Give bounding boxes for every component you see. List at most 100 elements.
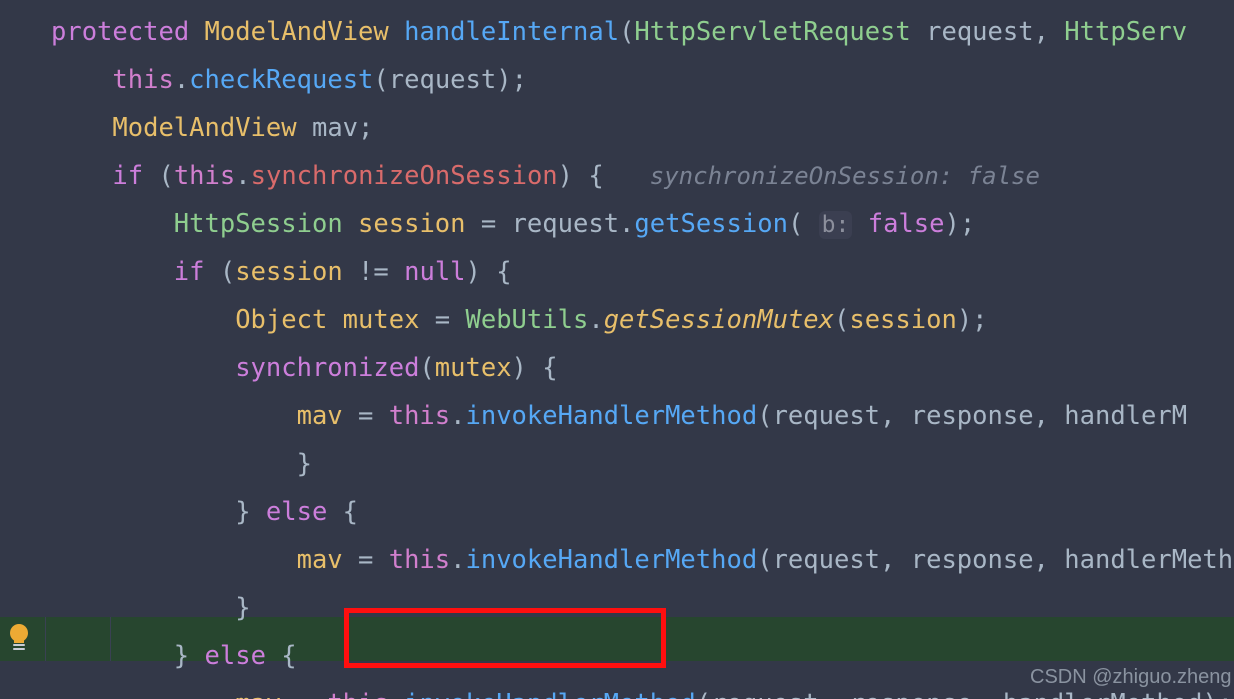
code-lines-container[interactable]: protected ModelAndView handleInternal(Ht…	[0, 0, 1234, 699]
code-line[interactable]: Object mutex = WebUtils.getSessionMutex(…	[0, 296, 1234, 344]
code-line[interactable]: if (session != null) {	[0, 248, 1234, 296]
code-token: invokeHandlerMethod	[404, 689, 696, 699]
code-token: (	[373, 65, 389, 95]
code-token: request, response, handlerM	[772, 401, 1188, 431]
code-token: }	[235, 497, 266, 527]
parameter-name-hint: b:	[818, 211, 853, 239]
code-token: false	[867, 209, 945, 239]
code-token: }	[235, 593, 251, 623]
code-token: (	[419, 353, 435, 383]
code-token: getSessionMutex	[603, 305, 834, 335]
code-token: synchronizeOnSession	[250, 161, 558, 191]
code-token: HttpServ	[1064, 17, 1188, 47]
code-token: null	[404, 257, 466, 287]
code-token: mav	[296, 401, 343, 431]
code-token: getSession	[634, 209, 788, 239]
code-token: .	[588, 305, 604, 335]
code-line[interactable]: if (this.synchronizeOnSession) { synchro…	[0, 152, 1234, 200]
code-token: =	[419, 305, 466, 335]
code-token: .	[450, 545, 466, 575]
code-token: =	[342, 545, 389, 575]
code-token: .	[235, 161, 251, 191]
code-line[interactable]: ModelAndView mav;	[0, 104, 1234, 152]
code-token: invokeHandlerMethod	[465, 401, 758, 431]
code-token: (	[757, 545, 773, 575]
code-token: (	[143, 161, 174, 191]
code-token: request, response, handlerMetho	[772, 545, 1234, 575]
code-line-text: } else {	[235, 488, 358, 536]
code-token: .	[450, 401, 466, 431]
code-line[interactable]: }	[0, 584, 1234, 632]
code-token: (	[619, 17, 635, 47]
code-token: request	[511, 209, 620, 239]
code-line-text: synchronized(mutex) {	[235, 344, 557, 392]
code-token: session	[358, 209, 466, 239]
code-line-text: } else {	[174, 632, 297, 680]
code-token: session	[235, 257, 343, 287]
code-token: .	[389, 689, 404, 699]
code-token: (	[696, 689, 711, 699]
code-token: mav	[296, 545, 343, 575]
code-token: request	[388, 65, 497, 95]
watermark-text: CSDN @zhiguo.zheng	[1030, 666, 1232, 688]
code-token: );	[944, 209, 976, 239]
code-token: =	[281, 689, 327, 699]
code-token: !=	[342, 257, 405, 287]
code-token: if	[112, 161, 144, 191]
code-line-text: this.checkRequest(request);	[112, 56, 527, 104]
code-token: this	[388, 545, 451, 575]
code-line[interactable]: this.checkRequest(request);	[0, 56, 1234, 104]
code-editor[interactable]: protected ModelAndView handleInternal(Ht…	[0, 0, 1234, 699]
code-token: this	[112, 65, 174, 95]
code-line[interactable]: }	[0, 440, 1234, 488]
code-token: ) {	[465, 257, 512, 287]
code-line[interactable]: HttpSession session = request.getSession…	[0, 200, 1234, 248]
code-token: }	[173, 641, 205, 671]
code-token: ModelAndView	[112, 113, 297, 143]
code-line-text: if (this.synchronizeOnSession) { synchro…	[112, 152, 1040, 200]
code-token: session	[849, 305, 957, 335]
code-token: mutex	[342, 305, 420, 335]
code-token: HttpServletRequest	[634, 17, 911, 47]
code-token: (	[204, 257, 236, 287]
code-token: this	[388, 401, 451, 431]
code-line[interactable]: synchronized(mutex) {	[0, 344, 1234, 392]
code-token: handleInternal	[404, 17, 620, 47]
code-line[interactable]: } else {	[0, 488, 1234, 536]
code-token: mutex	[434, 353, 512, 383]
code-token: request,	[910, 17, 1065, 47]
code-token: mav	[235, 689, 281, 699]
code-token: protected	[51, 17, 190, 47]
code-line[interactable]: mav = this.invokeHandlerMethod(request, …	[0, 392, 1234, 440]
code-token: );	[956, 305, 988, 335]
code-token: HttpSession	[173, 209, 343, 239]
code-line-text: if (session != null) {	[174, 248, 512, 296]
code-line-text: Object mutex = WebUtils.getSessionMutex(…	[235, 296, 987, 344]
code-token: request, response, handlerMethod	[711, 689, 1202, 699]
code-line-text: mav = this.invokeHandlerMethod(request, …	[297, 392, 1187, 440]
code-line[interactable]: mav = this.invokeHandlerMethod(request, …	[0, 536, 1234, 584]
code-token: {	[327, 497, 359, 527]
code-token: this	[173, 161, 236, 191]
code-token: =	[342, 401, 389, 431]
code-token: ) {	[511, 353, 558, 383]
code-token: (	[787, 209, 819, 239]
code-token: }	[296, 449, 312, 479]
code-token: =	[465, 209, 512, 239]
code-token: else	[204, 641, 266, 671]
code-token: (	[757, 401, 773, 431]
code-token: if	[173, 257, 205, 287]
code-token: checkRequest	[189, 65, 374, 95]
code-token: Object	[235, 305, 328, 335]
inline-value-hint[interactable]: synchronizeOnSession: false	[650, 162, 1040, 190]
code-token: .	[173, 65, 190, 95]
code-line[interactable]: protected ModelAndView handleInternal(Ht…	[0, 8, 1234, 56]
code-token: ModelAndView	[204, 17, 389, 47]
code-token: else	[265, 497, 328, 527]
code-token: synchronized	[235, 353, 420, 383]
code-token: this	[327, 689, 388, 699]
